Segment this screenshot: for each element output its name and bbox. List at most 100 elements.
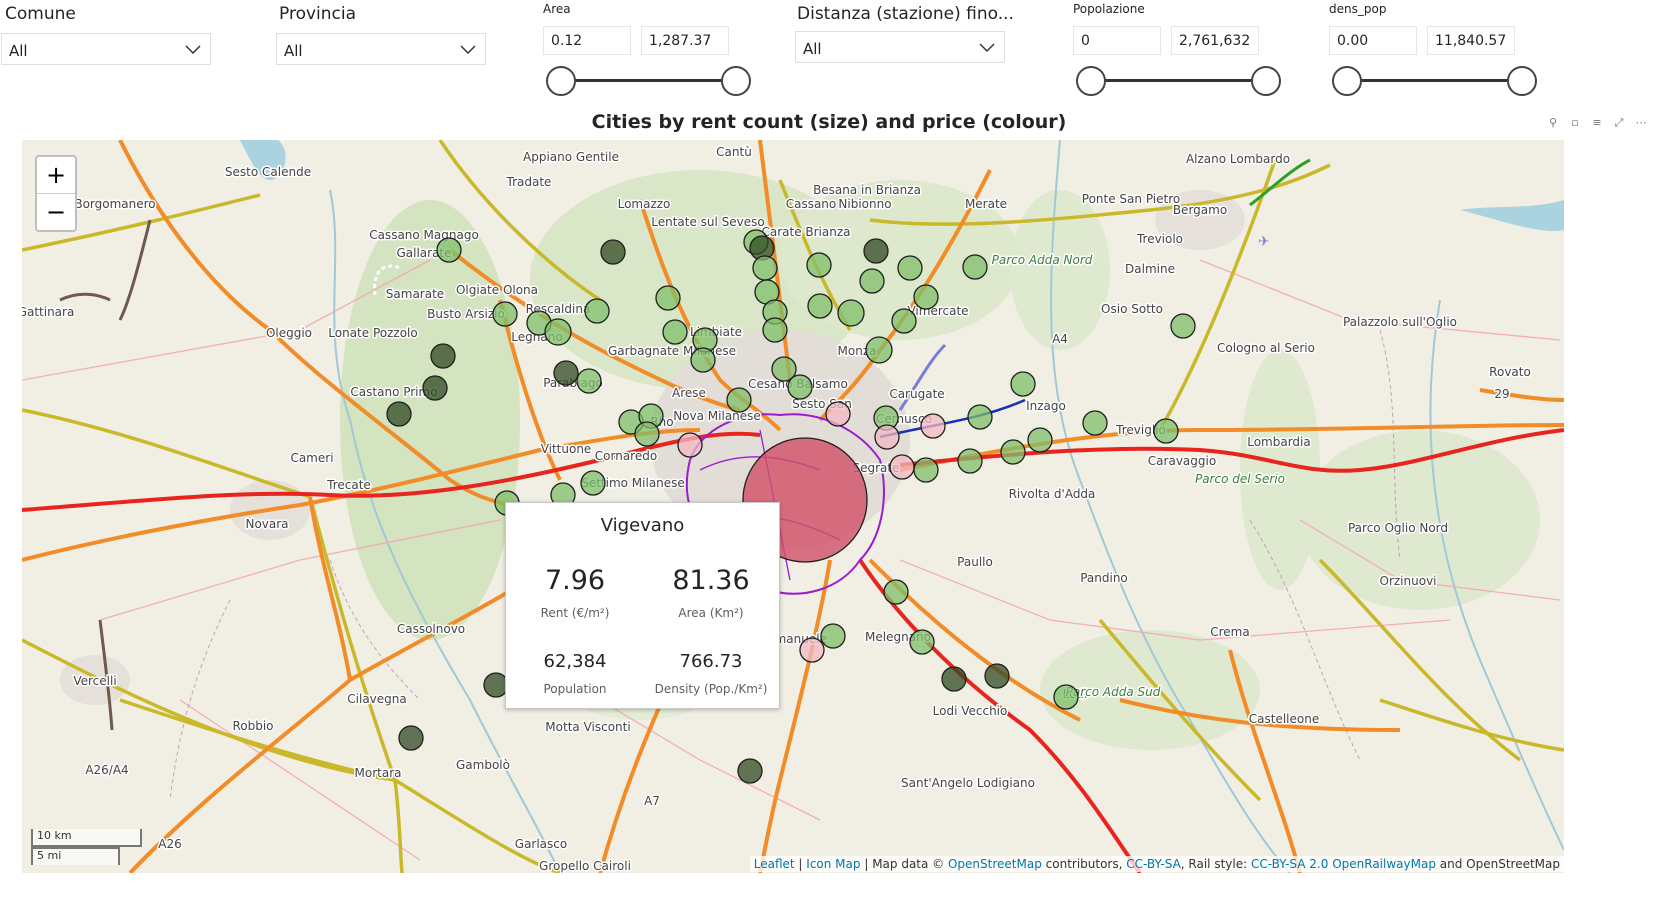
city-marker[interactable]	[957, 448, 983, 474]
city-marker[interactable]	[584, 298, 610, 324]
dens-pop-slider-max-handle[interactable]	[1507, 66, 1537, 96]
attribution-text: | Map data ©	[860, 857, 948, 871]
area-slider-max-handle[interactable]	[721, 66, 751, 96]
city-marker[interactable]	[726, 387, 752, 413]
area-slider-track[interactable]	[562, 79, 736, 82]
openrailwaymap-link[interactable]: OpenRailwayMap	[1332, 857, 1436, 871]
city-marker[interactable]	[1153, 418, 1179, 444]
dens-pop-min-input[interactable]: 0.00	[1329, 26, 1417, 55]
city-marker[interactable]	[874, 424, 900, 450]
popolazione-slider-track[interactable]	[1092, 79, 1266, 82]
comune-dropdown-value: All	[9, 42, 28, 60]
city-marker[interactable]	[1082, 410, 1108, 436]
airport-icon: ✈	[1258, 234, 1270, 250]
city-marker[interactable]	[941, 666, 967, 692]
city-marker[interactable]	[553, 360, 579, 386]
city-marker[interactable]	[920, 413, 946, 439]
city-marker[interactable]	[913, 457, 939, 483]
comune-dropdown[interactable]: All	[1, 33, 211, 65]
city-marker[interactable]	[984, 663, 1010, 689]
city-marker[interactable]	[576, 368, 602, 394]
city-marker[interactable]	[889, 454, 915, 480]
attribution-text: contributors,	[1041, 857, 1127, 871]
iconmap-link[interactable]: Icon Map	[806, 857, 860, 871]
popolazione-max-input[interactable]: 2,761,632	[1171, 26, 1259, 55]
city-marker[interactable]	[897, 255, 923, 281]
city-marker[interactable]	[1010, 371, 1036, 397]
city-marker[interactable]	[1053, 684, 1079, 710]
city-marker[interactable]	[762, 317, 788, 343]
city-marker[interactable]	[544, 318, 572, 346]
city-marker[interactable]	[865, 336, 893, 364]
city-marker[interactable]	[600, 239, 626, 265]
filter-icon[interactable]: ≡	[1590, 116, 1604, 130]
map-svg[interactable]: ✈ ✈ Appiano Gentile Cantù Alzano LombardoS…	[22, 140, 1564, 873]
city-marker[interactable]	[386, 401, 412, 427]
zoom-out-button[interactable]: −	[37, 193, 75, 230]
dens-pop-slider-min-handle[interactable]	[1332, 66, 1362, 96]
more-options-icon[interactable]: ⋯	[1634, 116, 1648, 130]
city-marker[interactable]	[1000, 439, 1026, 465]
popolazione-slider-min-handle[interactable]	[1076, 66, 1106, 96]
city-marker[interactable]	[422, 375, 448, 401]
area-min-input[interactable]: 0.12	[543, 26, 631, 55]
city-marker[interactable]	[909, 629, 935, 655]
popolazione-min-input[interactable]: 0	[1073, 26, 1161, 55]
city-marker[interactable]	[737, 758, 763, 784]
focus-mode-icon[interactable]: ⤢	[1612, 116, 1626, 130]
provincia-dropdown[interactable]: All	[276, 33, 486, 65]
city-marker[interactable]	[492, 301, 518, 327]
copy-icon[interactable]: ▫	[1568, 116, 1582, 130]
map-label: Novara	[245, 517, 288, 531]
map-canvas[interactable]: ✈ ✈ Appiano Gentile Cantù Alzano Lombardo S…	[22, 140, 1564, 873]
leaflet-link[interactable]: Leaflet	[754, 857, 795, 871]
map-label: Carugate	[889, 387, 944, 401]
dens-pop-slider-track[interactable]	[1348, 79, 1522, 82]
city-tooltip: Vigevano 7.96 Rent (€/m²) 81.36 Area (Km…	[505, 502, 780, 709]
map-label: Cassano Magnago	[369, 228, 479, 242]
city-marker[interactable]	[806, 252, 832, 278]
map-label: Cilavegna	[347, 692, 406, 706]
city-marker[interactable]	[859, 268, 885, 294]
popolazione-slider-max-handle[interactable]	[1251, 66, 1281, 96]
city-marker[interactable]	[863, 238, 889, 264]
dens-pop-max-input[interactable]: 11,840.57	[1427, 26, 1515, 55]
city-marker[interactable]	[634, 421, 660, 447]
city-marker[interactable]	[436, 237, 462, 263]
distanza-dropdown-value: All	[803, 40, 822, 58]
city-marker[interactable]	[662, 319, 688, 345]
city-marker[interactable]	[807, 293, 833, 319]
city-marker[interactable]	[398, 725, 424, 751]
city-marker[interactable]	[820, 623, 846, 649]
ccbysa-link[interactable]: CC-BY-SA	[1126, 857, 1181, 871]
city-marker[interactable]	[677, 432, 703, 458]
city-marker[interactable]	[962, 254, 988, 280]
zoom-in-button[interactable]: +	[37, 157, 75, 193]
city-marker[interactable]	[799, 637, 825, 663]
scale-km: 10 km	[31, 829, 142, 847]
pin-icon[interactable]: ⚲	[1546, 116, 1560, 130]
city-marker[interactable]	[1027, 427, 1053, 453]
map-label: Lomazzo	[618, 197, 671, 211]
ccbysa2-link[interactable]: CC-BY-SA 2.0	[1251, 857, 1328, 871]
map-label: Cassolnovo	[397, 622, 465, 636]
city-marker[interactable]	[883, 579, 909, 605]
city-marker[interactable]	[891, 308, 917, 334]
city-marker[interactable]	[690, 347, 716, 373]
city-marker[interactable]	[752, 255, 778, 281]
city-marker[interactable]	[430, 343, 456, 369]
area-max-input[interactable]: 1,287.37	[641, 26, 729, 55]
map-label: Treviolo	[1136, 232, 1183, 246]
map-label: Garbagnate Milanese	[608, 344, 736, 358]
city-marker[interactable]	[837, 299, 865, 327]
city-marker[interactable]	[1170, 313, 1196, 339]
city-marker[interactable]	[655, 285, 681, 311]
distanza-dropdown[interactable]: All	[795, 31, 1005, 63]
city-marker[interactable]	[580, 470, 606, 496]
city-marker[interactable]	[967, 404, 993, 430]
city-marker[interactable]	[825, 401, 851, 427]
city-marker[interactable]	[913, 284, 939, 310]
osm-link[interactable]: OpenStreetMap	[948, 857, 1042, 871]
area-slider-min-handle[interactable]	[546, 66, 576, 96]
city-marker[interactable]	[787, 374, 813, 400]
